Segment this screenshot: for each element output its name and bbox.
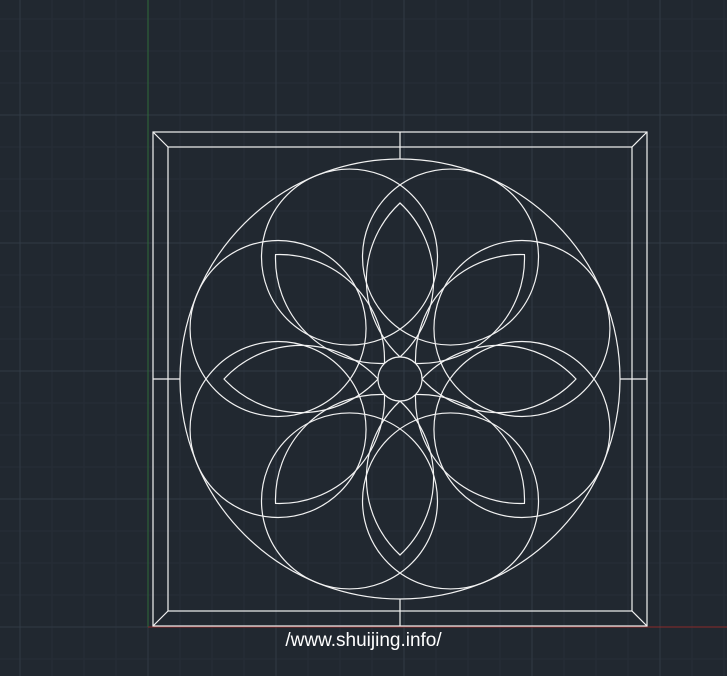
cad-drawing-canvas[interactable]: [0, 0, 727, 676]
viewport-background: [0, 0, 727, 676]
watermark-text: /www.shuijing.info/: [285, 630, 442, 651]
